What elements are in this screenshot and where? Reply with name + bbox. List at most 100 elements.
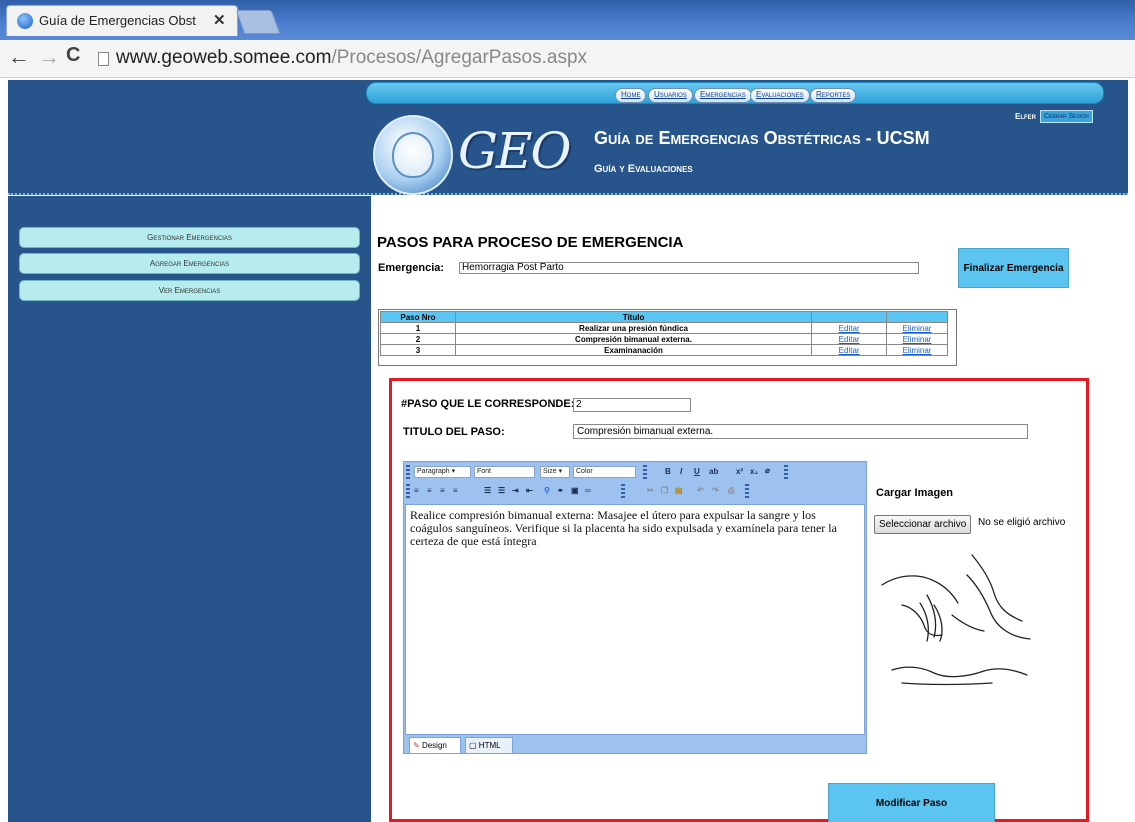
address-bar[interactable]: www.geoweb.somee.com/Procesos/AgregarPas… xyxy=(116,47,587,69)
align-center-icon[interactable]: ≡ xyxy=(427,486,432,495)
tab-html[interactable]: ▢ HTML xyxy=(465,737,513,754)
print-icon[interactable]: ⎙ xyxy=(728,486,734,496)
nav-emergencias[interactable]: Emergencias xyxy=(694,88,752,103)
nav-reportes[interactable]: Reportes xyxy=(810,88,857,103)
table-row: 3 Examinanación Editar Eliminar xyxy=(380,344,948,356)
user-name: Elfer xyxy=(1015,112,1037,121)
nav-home[interactable]: Home xyxy=(615,88,647,103)
illustration-stroke xyxy=(901,682,993,686)
site-title: Guía de Emergencias Obstétricas - UCSM xyxy=(594,128,930,148)
site-subtitle: Guía y Evaluaciones xyxy=(594,163,693,175)
step-number-input[interactable]: 2 xyxy=(573,398,691,412)
illustration-stroke xyxy=(881,575,959,604)
page-title: PASOS PARA PROCESO DE EMERGENCIA xyxy=(377,234,684,251)
reload-icon[interactable]: C xyxy=(66,44,80,67)
back-icon[interactable]: ← xyxy=(8,44,30,70)
finalize-emergency-button[interactable]: Finalizar Emergencia xyxy=(958,248,1069,288)
emergency-field[interactable]: Hemorragia Post Parto xyxy=(459,262,919,274)
bold-icon[interactable]: B xyxy=(665,467,671,476)
steps-table-container: Paso Nro Titulo 1 Realizar una presión f… xyxy=(378,309,957,366)
align-left-icon[interactable]: ≡ xyxy=(414,486,419,495)
italic-icon[interactable]: I xyxy=(680,467,682,476)
nav-usuarios[interactable]: Usuarios xyxy=(648,88,693,103)
bullet-list-icon[interactable]: ☰ xyxy=(498,486,505,495)
edit-link[interactable]: Editar xyxy=(811,322,888,334)
font-select-label: Font xyxy=(477,468,492,475)
link-icon[interactable]: ⚲ xyxy=(544,486,550,495)
step-title-input[interactable]: Compresión bimanual externa. xyxy=(573,424,1028,439)
toolbar-grip-icon xyxy=(643,465,647,479)
unlink-icon[interactable]: ⚭ xyxy=(557,486,564,495)
column-header: Titulo xyxy=(454,311,813,323)
justify-icon[interactable]: ≡ xyxy=(453,486,458,495)
color-select-label: Color xyxy=(576,468,593,475)
delete-link[interactable]: Eliminar xyxy=(886,322,948,334)
toolbar-grip-icon xyxy=(621,484,625,498)
delete-link[interactable]: Eliminar xyxy=(886,333,948,345)
emergency-label: Emergencia: xyxy=(378,262,445,274)
step-number: 1 xyxy=(380,322,456,334)
step-title: Compresión bimanual externa. xyxy=(454,333,813,345)
paste-icon[interactable]: ▤ xyxy=(675,486,683,495)
choose-file-button[interactable]: Seleccionar archivo xyxy=(874,515,972,534)
tab-html-label: HTML xyxy=(478,741,501,750)
forward-icon[interactable]: → xyxy=(38,44,60,70)
step-number: 2 xyxy=(380,333,456,345)
paragraph-select[interactable]: Paragraph ▾ xyxy=(414,466,471,478)
font-select[interactable]: Font xyxy=(474,466,535,478)
cut-icon[interactable]: ✂ xyxy=(647,486,654,495)
underline-icon[interactable]: U xyxy=(694,467,700,476)
tab-design[interactable]: ✎ Design xyxy=(409,737,461,754)
url-host: www.geoweb.somee.com xyxy=(116,47,332,68)
design-icon: ✎ xyxy=(413,741,420,750)
column-header xyxy=(811,311,888,323)
align-right-icon[interactable]: ≡ xyxy=(440,486,445,495)
superscript-icon[interactable]: x² xyxy=(736,467,743,476)
strikethrough-icon[interactable]: ab xyxy=(709,467,718,476)
browser-tab[interactable]: Guía de Emergencias Obst ✕ xyxy=(6,5,238,36)
redo-icon[interactable]: ↷ xyxy=(712,486,719,495)
illustration-stroke xyxy=(891,666,1028,678)
sidebar-item-gestionar[interactable]: Gestionar Emergencias xyxy=(19,227,360,248)
column-header xyxy=(886,311,948,323)
color-select[interactable]: Color xyxy=(573,466,636,478)
edit-link[interactable]: Editar xyxy=(811,333,888,345)
ordered-list-icon[interactable]: ☰ xyxy=(484,486,491,495)
no-file-text: No se eligió archivo xyxy=(978,517,1066,528)
step-number: 3 xyxy=(380,344,456,356)
fetus-icon xyxy=(392,132,434,178)
table-header-row: Paso Nro Titulo xyxy=(380,311,948,323)
tab-design-label: Design xyxy=(421,741,447,750)
toolbar-grip-icon xyxy=(784,465,788,479)
paragraph-select-label: Paragraph xyxy=(417,468,450,475)
illustration-stroke xyxy=(971,554,1023,622)
nav-evaluaciones[interactable]: Evaluaciones xyxy=(750,88,810,103)
indent-icon[interactable]: ⇥ xyxy=(512,486,519,495)
outdent-icon[interactable]: ⇤ xyxy=(526,486,533,495)
steps-table: Paso Nro Titulo 1 Realizar una presión f… xyxy=(380,311,948,356)
close-tab-icon[interactable]: ✕ xyxy=(213,11,226,29)
image-icon[interactable]: ▣ xyxy=(571,486,579,495)
delete-link[interactable]: Eliminar xyxy=(886,344,948,356)
edit-link[interactable]: Editar xyxy=(811,344,888,356)
upload-image-title: Cargar Imagen xyxy=(876,487,954,499)
logout-button[interactable]: Cerrar Sesion xyxy=(1040,110,1093,123)
toolbar-grip-icon xyxy=(745,484,749,498)
size-select[interactable]: Size ▾ xyxy=(540,466,570,478)
subscript-icon[interactable]: x₂ xyxy=(750,467,758,476)
logo-text: GEO xyxy=(458,122,571,180)
url-path: /Procesos/AgregarPasos.aspx xyxy=(331,47,588,68)
undo-icon[interactable]: ↶ xyxy=(697,486,704,495)
tab-title: Guía de Emergencias Obst xyxy=(39,13,196,28)
step-number-label: #PASO QUE LE CORRESPONDE: xyxy=(401,398,575,410)
sidebar-item-ver[interactable]: Ver Emergencias xyxy=(19,280,360,301)
eraser-icon[interactable]: ⌀ xyxy=(765,466,770,475)
horizontal-rule-icon[interactable]: ═ xyxy=(585,486,591,495)
page-icon xyxy=(98,52,109,66)
editor-content[interactable]: Realice compresión bimanual externa: Mas… xyxy=(405,504,865,735)
copy-icon[interactable]: ❐ xyxy=(661,486,668,495)
step-title: Realizar una presión fúndica xyxy=(454,322,813,334)
modify-step-button[interactable]: Modificar Paso xyxy=(828,783,995,822)
table-row: 1 Realizar una presión fúndica Editar El… xyxy=(380,322,948,334)
sidebar-item-agregar[interactable]: Agregar Emergencias xyxy=(19,253,360,274)
